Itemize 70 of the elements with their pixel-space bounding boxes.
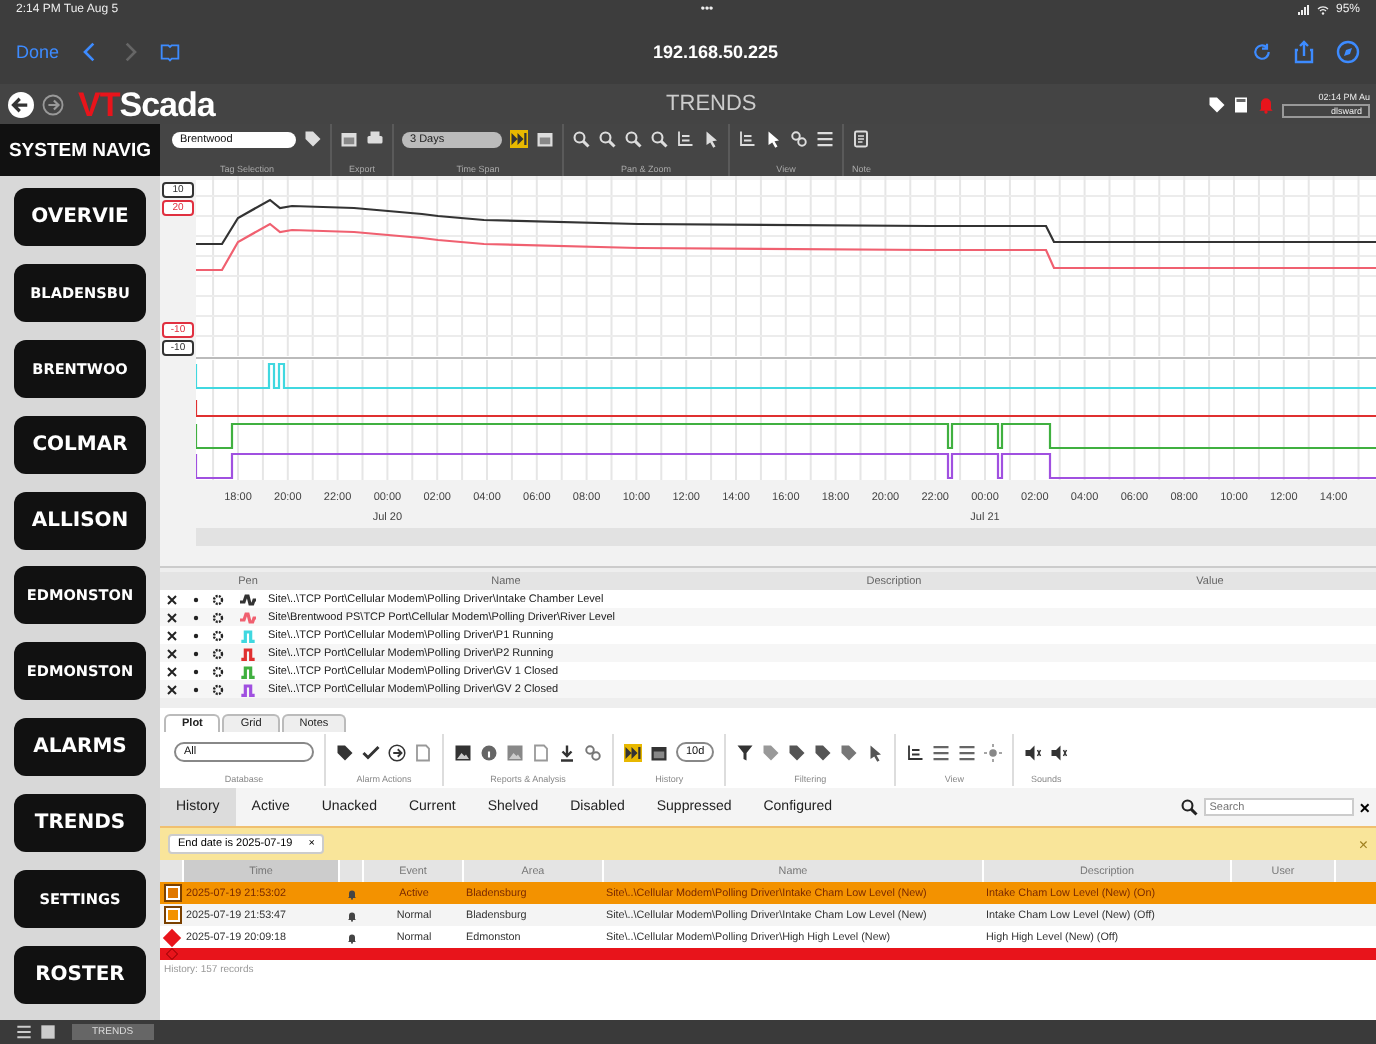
- nav-button[interactable]: TRENDS: [14, 793, 146, 852]
- calendar-icon[interactable]: [536, 130, 554, 148]
- cursor-icon[interactable]: [866, 743, 885, 761]
- search-icon[interactable]: [1179, 798, 1198, 816]
- download-icon[interactable]: [558, 743, 576, 761]
- share-icon[interactable]: [1292, 40, 1316, 64]
- link-icon[interactable]: [790, 130, 808, 148]
- note-icon[interactable]: [852, 130, 871, 148]
- list-icon[interactable]: [932, 743, 951, 761]
- zoom-icon[interactable]: [624, 130, 642, 148]
- zoom-icon[interactable]: [650, 130, 668, 148]
- nav-button[interactable]: ALLISON: [14, 491, 146, 550]
- bell-icon: [346, 887, 358, 899]
- nav-button[interactable]: ROSTER: [14, 945, 146, 1004]
- remove-icon[interactable]: [166, 647, 178, 659]
- pointer-icon[interactable]: [764, 130, 782, 148]
- list-icon[interactable]: [958, 743, 977, 761]
- speaker-icon[interactable]: [1024, 743, 1043, 761]
- zoom-icon[interactable]: [572, 130, 590, 148]
- calendar-icon[interactable]: [340, 130, 358, 148]
- printer-icon[interactable]: [366, 130, 384, 148]
- fast-forward-icon[interactable]: [510, 130, 528, 148]
- document-icon[interactable]: [532, 743, 550, 761]
- info-icon[interactable]: [480, 743, 498, 761]
- dot-icon[interactable]: [189, 647, 201, 659]
- reload-icon[interactable]: [1252, 42, 1272, 62]
- dot-icon[interactable]: [189, 683, 201, 695]
- zoom-icon[interactable]: [598, 130, 616, 148]
- remove-icon[interactable]: [166, 683, 178, 695]
- dot-icon[interactable]: [189, 665, 201, 677]
- dot-icon[interactable]: [189, 611, 201, 623]
- back-circle-icon[interactable]: [6, 89, 36, 119]
- signal-icon: [1295, 4, 1310, 16]
- image-icon[interactable]: [40, 1024, 56, 1040]
- image-icon[interactable]: [454, 743, 472, 761]
- app-logo: VTScada: [78, 87, 215, 121]
- tag-icon[interactable]: [304, 130, 322, 148]
- fast-forward-icon[interactable]: [624, 743, 642, 761]
- bookmarks-icon[interactable]: [159, 42, 180, 62]
- address-bar[interactable]: 192.168.50.225: [199, 42, 1232, 62]
- remove-icon[interactable]: [166, 593, 178, 605]
- dot-icon[interactable]: [189, 629, 201, 641]
- tag-icon[interactable]: [1208, 95, 1226, 113]
- back-icon[interactable]: [79, 42, 100, 62]
- compass-icon[interactable]: [1336, 40, 1360, 64]
- nav-button[interactable]: ALARMS: [14, 718, 146, 777]
- sun-icon[interactable]: [984, 743, 1003, 761]
- nav-button[interactable]: COLMAR: [14, 415, 146, 474]
- dot-icon[interactable]: [189, 593, 201, 605]
- clear-button[interactable]: ×: [1359, 797, 1370, 817]
- remove-icon[interactable]: [166, 665, 178, 677]
- remove-icon[interactable]: [166, 611, 178, 623]
- remove-icon[interactable]: [166, 629, 178, 641]
- nav-button[interactable]: OVERVIE: [14, 188, 146, 247]
- calculator-icon[interactable]: [1232, 95, 1250, 113]
- link-icon[interactable]: [584, 743, 602, 761]
- wifi-icon: [1315, 4, 1330, 16]
- calendar-icon[interactable]: [650, 743, 668, 761]
- page-title: TRENDS: [664, 92, 759, 116]
- bell-icon: [346, 931, 358, 943]
- forward-circle-icon[interactable]: [42, 93, 64, 115]
- document-icon[interactable]: [414, 743, 432, 761]
- nav-title: SYSTEM NAVIG: [0, 124, 160, 176]
- cursor-icon[interactable]: [702, 130, 720, 148]
- axis-icon[interactable]: [676, 130, 694, 148]
- speaker-icon[interactable]: [1050, 743, 1069, 761]
- check-icon[interactable]: [362, 743, 380, 761]
- axis-icon[interactable]: [738, 130, 756, 148]
- bell-icon: [346, 909, 358, 921]
- filter-icon[interactable]: [736, 743, 755, 761]
